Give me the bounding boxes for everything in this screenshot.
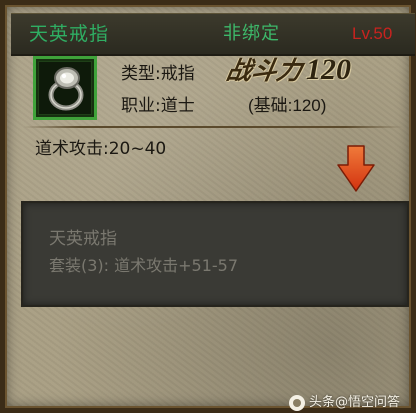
set-item-name: 天英戒指 [49, 229, 117, 249]
combat-power-label: 战斗力 [224, 56, 305, 85]
base-power: (基础:120) [248, 96, 327, 115]
watermark-logo-icon [289, 394, 305, 411]
watermark: 头条@悟空问答 [289, 393, 400, 413]
ring-icon [39, 62, 91, 114]
taoist-attack-stat: 道术攻击:20~40 [35, 139, 167, 159]
item-class: 职业:道士 [121, 96, 195, 116]
item-name: 天英戒指 [29, 23, 110, 45]
down-arrow-icon [337, 145, 375, 192]
divider [23, 126, 403, 128]
item-tooltip-panel: 天英戒指 非绑定 Lv.50 类型:戒指 职业:道士 战斗力120 (基础:12… [0, 0, 416, 413]
tooltip-header: 天英戒指 非绑定 Lv.50 [11, 13, 415, 56]
item-type: 类型:戒指 [121, 64, 195, 84]
watermark-text: 头条@悟空问答 [309, 395, 401, 410]
item-icon-slot[interactable] [33, 56, 97, 120]
set-bonus: 套装(3): 道术攻击+51-57 [49, 256, 239, 275]
level-requirement: Lv.50 [352, 24, 393, 43]
combat-power-value: 120 [306, 53, 352, 86]
bind-status: 非绑定 [223, 23, 280, 44]
combat-power: 战斗力120 [224, 51, 352, 87]
